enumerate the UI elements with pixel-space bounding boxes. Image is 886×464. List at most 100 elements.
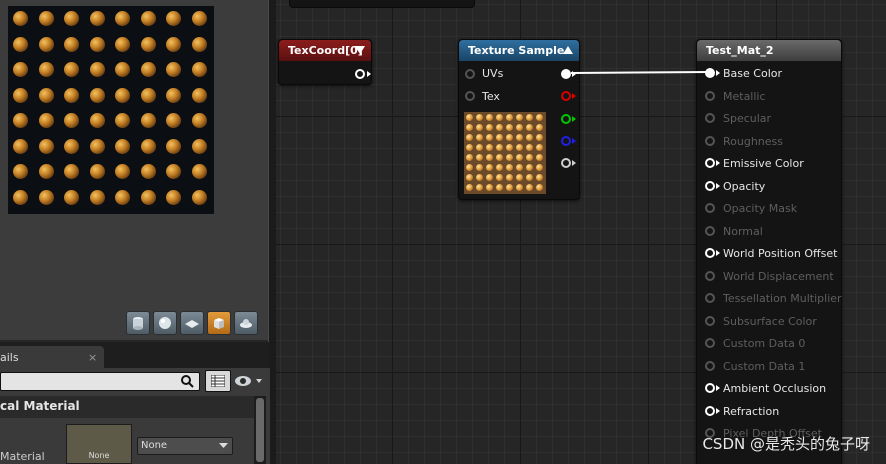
- preview-viewport[interactable]: [0, 0, 268, 340]
- texture-sphere: [486, 134, 493, 141]
- preview-sphere: [38, 113, 54, 128]
- details-scrollbar[interactable]: [254, 396, 266, 464]
- preview-sphere: [89, 164, 105, 179]
- output-pin[interactable]: [355, 69, 365, 79]
- preview-sphere: [140, 36, 156, 52]
- offscreen-node[interactable]: [289, 0, 475, 8]
- preview-sphere: [115, 62, 130, 77]
- texture-sphere: [466, 114, 473, 121]
- texture-sphere: [476, 134, 483, 141]
- pin-arrow-icon: [716, 70, 720, 76]
- texture-sphere: [506, 114, 513, 121]
- preview-sphere: [64, 36, 79, 52]
- cube-preview-button[interactable]: [207, 311, 231, 335]
- preview-sphere: [166, 164, 181, 179]
- texture-sphere: [526, 114, 533, 121]
- input-pin[interactable]: [705, 225, 715, 236]
- texture-sphere: [466, 134, 473, 141]
- input-pin[interactable]: [705, 360, 715, 371]
- preview-sphere: [140, 189, 156, 205]
- collapse-arrow-icon[interactable]: [355, 46, 365, 54]
- collapse-arrow-icon[interactable]: [563, 46, 573, 54]
- texture-sphere: [486, 154, 493, 161]
- texture-sphere: [506, 144, 513, 151]
- sphere-preview-button[interactable]: [153, 311, 177, 335]
- texture-sphere: [516, 124, 523, 131]
- input-pin[interactable]: [705, 293, 715, 303]
- details-search-input[interactable]: [0, 372, 200, 391]
- preview-sphere: [13, 62, 28, 77]
- input-pin[interactable]: [705, 180, 715, 191]
- material-dropdown[interactable]: None: [137, 437, 233, 455]
- preview-sphere: [166, 113, 181, 128]
- texcoord-node[interactable]: TexCoord[0]: [278, 39, 372, 85]
- input-pin[interactable]: [705, 158, 715, 168]
- preview-sphere: [166, 62, 181, 77]
- pin-arrow-icon: [716, 407, 720, 414]
- texture-sphere: [526, 124, 533, 131]
- input-pin[interactable]: [705, 203, 715, 213]
- custom-mesh-preview-button[interactable]: [234, 311, 258, 335]
- texture-sphere: [506, 184, 513, 191]
- texture-sphere: [486, 164, 493, 171]
- input-pin[interactable]: [705, 248, 715, 258]
- preview-sphere: [115, 11, 130, 26]
- preview-sphere: [13, 164, 28, 179]
- material-result-node[interactable]: Test_Mat_2 Base Color Metallic Specular Rou…: [696, 39, 842, 464]
- scrollbar-thumb[interactable]: [256, 398, 264, 462]
- b-output-pin[interactable]: [561, 136, 571, 146]
- a-output-pin[interactable]: [561, 158, 571, 168]
- watermark: CSDN @是秃头的兔子呀: [702, 435, 870, 453]
- view-options-button[interactable]: [234, 372, 264, 390]
- close-icon[interactable]: ×: [88, 351, 97, 364]
- input-pin[interactable]: [705, 315, 715, 326]
- node-header[interactable]: Test_Mat_2: [697, 40, 841, 61]
- input-pin[interactable]: [705, 405, 715, 416]
- preview-sphere: [166, 36, 181, 52]
- texture-sphere: [466, 124, 473, 131]
- preview-sphere: [115, 164, 130, 179]
- rgb-output-pin[interactable]: [561, 69, 571, 79]
- preview-sphere: [166, 11, 181, 26]
- material-thumbnail[interactable]: None: [66, 424, 132, 464]
- texture-sphere: [526, 184, 533, 191]
- tex-input-pin[interactable]: [465, 91, 475, 101]
- details-tab-label: ails: [0, 351, 19, 364]
- preview-sphere: [38, 62, 54, 77]
- preview-sphere: [140, 138, 156, 154]
- input-pin[interactable]: [705, 90, 715, 101]
- node-header[interactable]: TexCoord[0]: [279, 40, 371, 61]
- texture-sphere: [466, 164, 473, 171]
- texture-sphere: [486, 124, 493, 131]
- tab-details[interactable]: ails ×: [0, 346, 104, 368]
- r-output-pin[interactable]: [561, 91, 571, 101]
- texture-sphere: [526, 174, 533, 181]
- uvs-input-pin[interactable]: [465, 69, 475, 79]
- plane-preview-button[interactable]: [180, 311, 204, 335]
- texture-sphere: [506, 154, 513, 161]
- input-pin[interactable]: [705, 270, 715, 281]
- texture-sphere: [536, 124, 543, 131]
- pin-label: Roughness: [723, 134, 784, 148]
- pin-label: Base Color: [723, 67, 783, 80]
- input-pin[interactable]: [705, 383, 715, 393]
- texture-sample-node[interactable]: Texture Sample UVs Tex: [458, 39, 580, 200]
- g-output-pin[interactable]: [561, 114, 571, 124]
- details-section-header[interactable]: cal Material: [0, 396, 265, 418]
- search-icon: [181, 375, 194, 388]
- cylinder-preview-button[interactable]: [126, 311, 150, 335]
- input-pin[interactable]: [705, 113, 715, 123]
- texture-sphere: [486, 114, 493, 121]
- input-pin[interactable]: [705, 68, 715, 78]
- texture-sphere: [516, 164, 523, 171]
- texture-sphere: [526, 144, 533, 151]
- input-pin[interactable]: [705, 338, 715, 348]
- texture-sphere: [496, 164, 503, 171]
- grid-icon: [211, 375, 225, 387]
- texture-sphere: [466, 144, 473, 151]
- input-pin[interactable]: [705, 135, 715, 146]
- pin-label: Specular: [723, 112, 772, 125]
- node-header[interactable]: Texture Sample: [459, 40, 579, 61]
- preview-sphere: [166, 87, 181, 103]
- property-matrix-button[interactable]: [205, 370, 231, 392]
